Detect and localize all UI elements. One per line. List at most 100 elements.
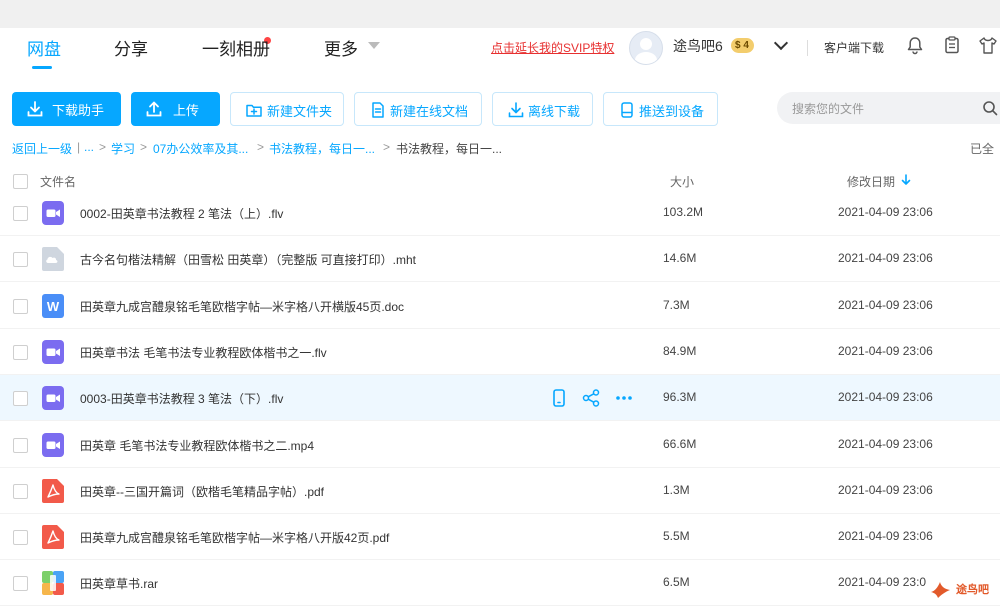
breadcrumb-back[interactable]: 返回上一级 [12,140,72,157]
file-size: 14.6M [663,251,697,266]
generic-file-icon [42,247,64,272]
breadcrumb-item-office[interactable]: 07办公效率及其... [153,140,248,157]
row-checkbox[interactable] [13,206,28,221]
file-name[interactable]: 0002-田英章书法教程 2 笔法（上）.flv [80,205,283,222]
breadcrumb-ellipsis[interactable]: ... [84,140,94,154]
username[interactable]: 途鸟吧6 [673,36,723,56]
watermark-text: 途鸟吧 [956,584,989,596]
pdf-file-icon [42,478,64,503]
file-size: 96.3M [663,390,697,405]
breadcrumb-separator: > [257,140,265,154]
file-row[interactable]: W 田英章九成宫醴泉铭毛笔欧楷字帖—米字格八开横版45页.doc 7.3M 2021-… [0,283,1000,329]
file-name[interactable]: 田英章--三国开篇词（欧楷毛笔精品字帖）.pdf [80,483,324,500]
bell-icon[interactable] [905,35,925,55]
row-checkbox[interactable] [13,391,28,407]
video-file-icon [42,386,64,411]
breadcrumb-current: 书法教程，每日一... [396,142,503,156]
window-top-strip [0,0,1000,28]
search-icon[interactable] [982,100,998,116]
breadcrumb-separator: > [99,140,107,154]
new-online-doc-label: 新建在线文档 [390,104,469,119]
file-modified-date: 2021-04-09 23:06 [838,529,933,544]
column-name[interactable]: 文件名 [40,173,76,190]
svip-renew-link[interactable]: 点击延长我的SVIP特权 [491,39,614,56]
sort-down-icon[interactable] [901,174,911,186]
file-row[interactable]: 田英章草书.rar 6.5M 2021-04-09 23:0 [0,560,1000,606]
file-modified-date: 2021-04-09 23:06 [838,205,933,219]
row-checkbox[interactable] [13,530,28,546]
file-modified-date: 2021-04-09 23:06 [838,482,933,497]
document-icon [372,102,384,118]
file-modified-date: 2021-04-09 23:06 [838,297,933,312]
shirt-icon[interactable] [978,35,998,55]
tab-album[interactable]: 一刻相册 [202,35,270,60]
column-date[interactable]: 修改日期 [847,173,895,190]
client-download-link[interactable]: 客户端下载 [824,39,884,56]
tab-more[interactable]: 更多 [324,35,358,60]
avatar[interactable] [629,31,663,65]
archive-file-icon [42,571,64,596]
file-name[interactable]: 田英章九成宫醴泉铭毛笔欧楷字帖—米字格八开横版45页.doc [80,298,404,315]
row-checkbox[interactable] [13,483,28,499]
breadcrumb-separator: > [383,140,391,154]
row-checkbox[interactable] [13,252,28,268]
file-modified-date: 2021-04-09 23:06 [838,343,933,358]
file-size: 84.9M [663,343,697,358]
select-all-checkbox[interactable] [13,174,28,189]
new-folder-button[interactable]: 新建文件夹 [230,92,344,126]
caret-down-icon[interactable] [368,42,380,49]
file-row[interactable]: 0003-田英章书法教程 3 笔法（下）.flv 96.3M 2021-04-09 … [0,375,1000,422]
new-folder-icon [246,104,262,117]
file-name[interactable]: 田英章草书.rar [80,575,158,592]
file-row[interactable]: 0002-田英章书法教程 2 笔法（上）.flv 103.2M 2021-04-09… [0,190,1000,236]
push-to-device-label: 推送到设备 [639,104,705,119]
file-name[interactable]: 田英章九成宫醴泉铭毛笔欧楷字帖—米字格八开版42页.pdf [80,529,389,546]
file-size: 1.3M [663,482,690,497]
upload-icon [146,101,162,117]
tab-share-label: 分享 [114,40,148,59]
new-online-doc-button[interactable]: 新建在线文档 [354,92,482,126]
vip-level-badge: $ 4 [731,38,754,53]
file-size: 66.6M [663,436,697,451]
video-file-icon [42,339,64,364]
chevron-down-icon[interactable] [773,35,789,51]
file-row[interactable]: 古今名句楷法精解（田雪松 田英章）（完整版 可直接打印）.mht 14.6M 202… [0,236,1000,283]
push-to-device-icon[interactable] [549,388,569,408]
breadcrumb-item-study[interactable]: 学习 [111,140,135,157]
word-file-icon: W [42,293,64,318]
download-helper-button[interactable]: 下载助手 [12,92,121,126]
tab-netdisk[interactable]: 网盘 [27,35,61,60]
file-row[interactable]: 田英章九成宫醴泉铭毛笔欧楷字帖—米字格八开版42页.pdf 5.5M 2021-04… [0,514,1000,561]
file-name[interactable]: 古今名句楷法精解（田雪松 田英章）（完整版 可直接打印）.mht [80,251,416,268]
file-name[interactable]: 田英章书法 毛笔书法专业教程欧体楷书之一.flv [80,344,327,361]
row-checkbox[interactable] [13,576,28,592]
row-checkbox[interactable] [13,344,28,360]
video-file-icon [42,432,64,457]
device-icon [621,102,633,118]
file-row[interactable]: 田英章 毛笔书法专业教程欧体楷书之二.mp4 66.6M 2021-04-09 23… [0,422,1000,468]
push-to-device-button[interactable]: 推送到设备 [603,92,718,126]
more-icon[interactable] [614,388,634,408]
clipboard-icon[interactable] [942,35,962,55]
file-row[interactable]: 田英章书法 毛笔书法专业教程欧体楷书之一.flv 84.9M 2021-04-09 … [0,329,1000,375]
pdf-file-icon [42,525,64,550]
breadcrumb-item-calligraphy[interactable]: 书法教程，每日一... [269,140,375,157]
tab-share[interactable]: 分享 [114,35,271,60]
file-name[interactable]: 0003-田英章书法教程 3 笔法（下）.flv [80,390,283,407]
row-checkbox[interactable] [13,298,28,314]
file-size: 6.5M [663,575,690,590]
file-name[interactable]: 田英章 毛笔书法专业教程欧体楷书之二.mp4 [80,437,314,454]
offline-download-button[interactable]: 离线下载 [492,92,593,126]
search-input[interactable]: 搜索您的文件 [777,92,1000,124]
column-size[interactable]: 大小 [670,173,694,190]
upload-button[interactable]: 上传 [131,92,220,126]
avatar-body-shape [635,52,657,64]
avatar-head-shape [640,38,652,50]
file-row[interactable]: 田英章--三国开篇词（欧楷毛笔精品字帖）.pdf 1.3M 2021-04-09 2… [0,468,1000,514]
file-modified-date: 2021-04-09 23:0 [838,575,927,590]
loaded-status-text: 已全 [970,142,995,156]
row-checkbox[interactable] [13,437,28,453]
breadcrumb-separator: | [77,140,81,154]
share-icon[interactable] [581,388,601,408]
new-folder-label: 新建文件夹 [267,104,333,119]
